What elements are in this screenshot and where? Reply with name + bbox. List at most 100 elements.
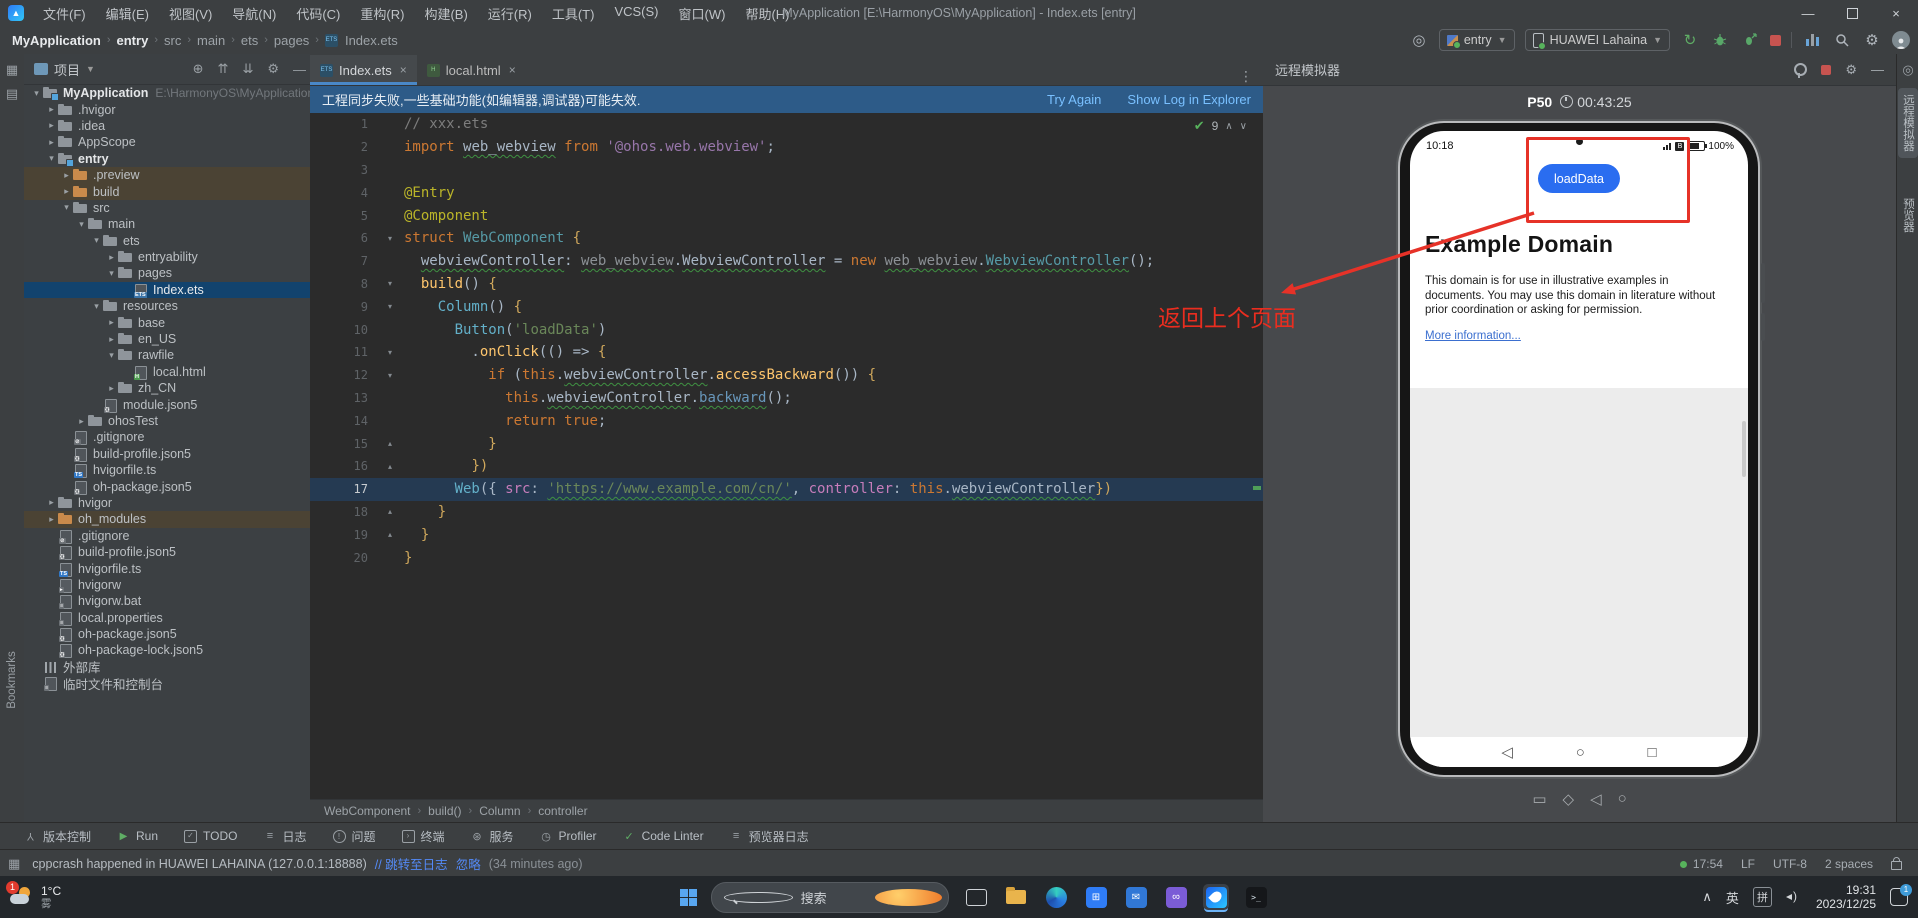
start-button[interactable] (680, 888, 697, 906)
tree-item-rawfile[interactable]: ▾ rawfile (24, 347, 310, 363)
emulator-settings-icon[interactable]: ⚙ (1845, 62, 1857, 78)
code-line-13[interactable]: 13 this.webviewController.backward(); (310, 387, 1263, 410)
mail-button[interactable]: ✉ (1123, 884, 1149, 910)
emulator-tool-icon[interactable]: ◎ (1897, 62, 1918, 78)
tree-item-main[interactable]: ▾ main (24, 216, 310, 232)
code-line-16[interactable]: 16 ▴ }) (310, 455, 1263, 478)
tree-expand-icon[interactable]: ▸ (105, 334, 118, 345)
menu-item-构建(B)[interactable]: 构建(B) (415, 1, 476, 26)
prev-issue-icon[interactable]: ∧ (1225, 121, 1232, 132)
tree-item-外部库[interactable]: 外部库 (24, 659, 310, 675)
tree-expand-icon[interactable]: ▸ (45, 104, 58, 115)
tree-item-zh_CN[interactable]: ▸ zh_CN (24, 380, 310, 396)
tree-item-base[interactable]: ▸ base (24, 314, 310, 330)
tree-collapse-icon[interactable]: ▾ (105, 350, 118, 361)
tree-item-entryability[interactable]: ▸ entryability (24, 249, 310, 265)
show-log-link[interactable]: Show Log in Explorer (1127, 92, 1251, 107)
tree-expand-icon[interactable]: ▸ (45, 137, 58, 148)
tab-local-html[interactable]: H local.html × (417, 55, 526, 85)
close-tab-icon[interactable]: × (400, 63, 407, 77)
code-line-17[interactable]: 17 Web({ src: 'https://www.example.com/c… (310, 477, 1263, 501)
menu-item-编辑(E)[interactable]: 编辑(E) (97, 1, 158, 26)
tree-expand-icon[interactable]: ▸ (45, 120, 58, 131)
next-issue-icon[interactable]: ∨ (1240, 121, 1247, 132)
tree-expand-icon[interactable]: ▸ (60, 170, 73, 181)
toolwindow-button-TODO[interactable]: ✓ TODO (184, 829, 237, 843)
tree-item-local.html[interactable]: Hlocal.html (24, 364, 310, 380)
jump-to-log-link[interactable]: // 跳转至日志 (375, 854, 448, 873)
folder-tool-icon[interactable]: ▤ (0, 86, 24, 102)
tree-collapse-icon[interactable]: ▾ (45, 153, 58, 164)
fold-marker[interactable]: ▾ (376, 279, 404, 288)
code-line-8[interactable]: 8 ▾ build() { (310, 273, 1263, 296)
tree-item-.preview[interactable]: ▸ .preview (24, 166, 310, 184)
rotate-icon[interactable]: ◇ (1563, 790, 1575, 808)
screenshot-icon[interactable]: ▭ (1532, 790, 1546, 808)
tree-item-oh-package-lock.json5[interactable]: {} oh-package-lock.json5 (24, 642, 310, 659)
breadcrumb-item-entry[interactable]: entry (117, 33, 149, 48)
locate-icon[interactable]: ◎ (1409, 30, 1429, 50)
tree-item-oh-package.json5[interactable]: {} oh-package.json5 (24, 626, 310, 643)
code-line-2[interactable]: 2 import web_webview from '@ohos.web.webv… (310, 136, 1263, 159)
ignore-link[interactable]: 忽略 (456, 854, 481, 873)
tree-expand-icon[interactable]: ▸ (105, 317, 118, 328)
home-icon[interactable]: ○ (1618, 790, 1627, 808)
task-view-button[interactable] (963, 884, 989, 910)
code-line-4[interactable]: 4 @Entry (310, 181, 1263, 204)
run-icon[interactable]: ↻ (1680, 30, 1700, 50)
code-line-19[interactable]: 19 ▴ } (310, 523, 1263, 546)
edge-button[interactable] (1043, 884, 1069, 910)
tree-item-hvigorfile.ts[interactable]: TS hvigorfile.ts (24, 560, 310, 577)
tree-item-resources[interactable]: ▾ resources (24, 298, 310, 314)
android-home-icon[interactable]: ○ (1576, 744, 1585, 761)
remote-emulator-tab[interactable]: 远程模拟器 (1898, 88, 1918, 158)
tree-item-.gitignore[interactable]: ⊘ .gitignore (24, 429, 310, 446)
toolwindow-button-日志[interactable]: ≡ 日志 (263, 828, 307, 845)
chevron-down-icon[interactable]: ▼ (86, 64, 95, 74)
inspection-widget[interactable]: ✔ 9 ∧ ∨ (1194, 118, 1247, 134)
code-line-12[interactable]: 12 ▾ if (this.webviewController.accessBac… (310, 364, 1263, 387)
tree-item-entry[interactable]: ▾ entry (24, 151, 310, 167)
try-again-link[interactable]: Try Again (1047, 92, 1101, 107)
locate-file-icon[interactable]: ⊕ (189, 61, 208, 77)
menu-item-窗口(W)[interactable]: 窗口(W) (670, 1, 735, 26)
search-icon[interactable] (1832, 30, 1852, 50)
menu-item-导航(N)[interactable]: 导航(N) (223, 1, 285, 26)
tree-item-build-profile.json5[interactable]: {} build-profile.json5 (24, 446, 310, 462)
tree-expand-icon[interactable]: ▸ (75, 416, 88, 427)
tree-collapse-icon[interactable]: ▾ (60, 202, 73, 213)
pin-icon[interactable] (1794, 63, 1808, 78)
device-selector[interactable]: HUAWEI Lahaina ▼ (1524, 29, 1670, 51)
tree-item-AppScope[interactable]: ▸ AppScope (24, 134, 310, 150)
android-recents-icon[interactable]: □ (1648, 744, 1657, 761)
weather-widget[interactable]: 1 1°C 雾 (6, 881, 130, 910)
tree-item-build[interactable]: ▸ build (24, 183, 310, 200)
fold-marker[interactable]: ▴ (376, 439, 404, 448)
tree-item-oh_modules[interactable]: ▸ oh_modules (24, 511, 310, 528)
tree-item-en_US[interactable]: ▸ en_US (24, 331, 310, 347)
code-line-7[interactable]: 7 webviewController: web_webview.Webview… (310, 250, 1263, 273)
store-button[interactable]: ⊞ (1083, 884, 1109, 910)
android-back-icon[interactable]: ◁ (1501, 743, 1513, 761)
toolwindow-button-Profiler[interactable]: ◷ Profiler (540, 829, 596, 843)
ime-mode-indicator[interactable]: 拼 (1752, 887, 1772, 907)
code-line-20[interactable]: 20} (310, 546, 1263, 569)
toolwindow-button-终端[interactable]: › 终端 (401, 828, 445, 845)
breadcrumb-item-pages[interactable]: pages (274, 33, 309, 48)
encoding-indicator[interactable]: UTF-8 (1773, 857, 1807, 871)
project-tool-icon[interactable]: ▦ (0, 62, 24, 78)
toolwindow-button-服务[interactable]: ⊛ 服务 (471, 828, 513, 845)
tab-index-ets[interactable]: ETS Index.ets × (310, 55, 417, 85)
editor-crumb-WebComponent[interactable]: WebComponent (324, 804, 411, 818)
tree-expand-icon[interactable]: ▸ (105, 383, 118, 394)
tree-item-module.json5[interactable]: {} module.json5 (24, 396, 310, 413)
tree-item-oh-package.json5[interactable]: {} oh-package.json5 (24, 478, 310, 495)
code-line-18[interactable]: 18 ▴ } (310, 501, 1263, 524)
indent-indicator[interactable]: 2 spaces (1825, 857, 1873, 871)
tree-collapse-icon[interactable]: ▾ (90, 235, 103, 246)
editor-crumb-controller[interactable]: controller (538, 804, 587, 818)
deveco-studio-button[interactable] (1203, 884, 1229, 910)
tree-collapse-icon[interactable]: ▾ (105, 268, 118, 279)
tree-expand-icon[interactable]: ▸ (60, 186, 73, 197)
module-selector[interactable]: entry ▼ (1438, 29, 1515, 51)
